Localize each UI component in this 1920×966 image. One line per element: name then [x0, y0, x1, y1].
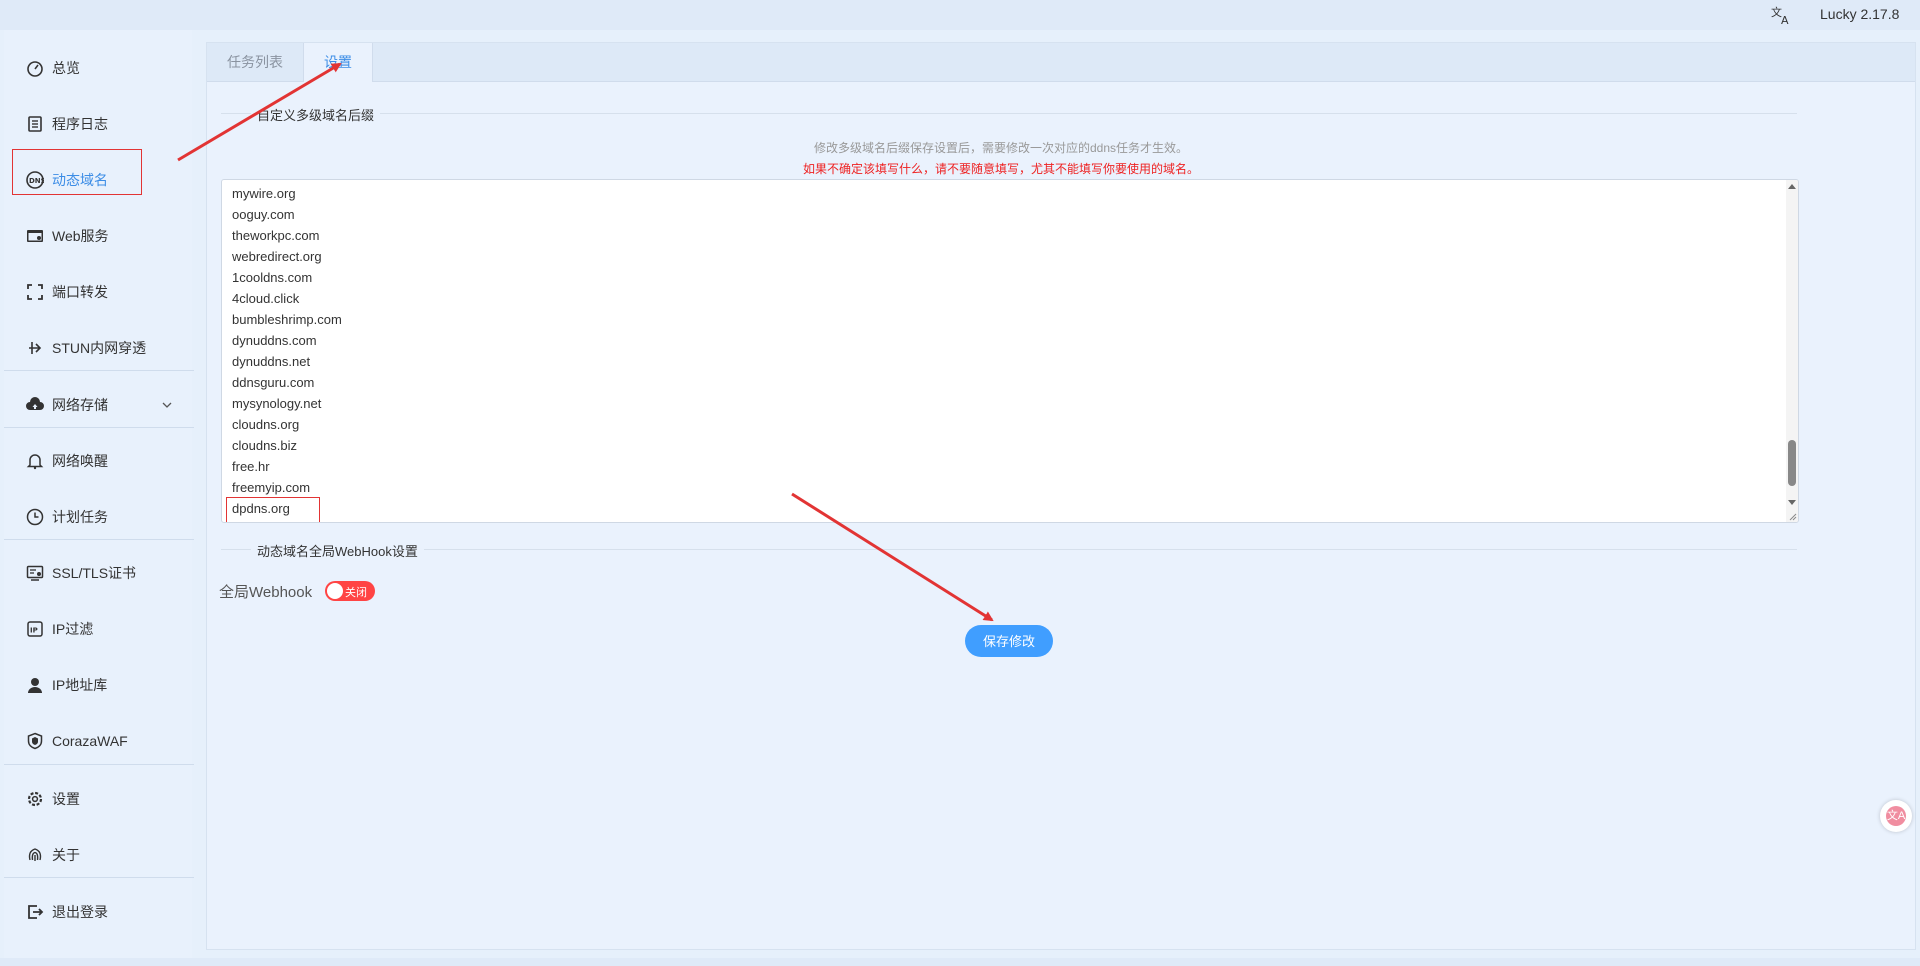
- chevron-down-icon[interactable]: [162, 400, 172, 410]
- domain-line: cloudns.org: [232, 417, 300, 432]
- stun-icon: [29, 342, 42, 354]
- dashboard-icon: [27, 61, 43, 77]
- scrollbar-thumb[interactable]: [1788, 440, 1796, 486]
- gear-icon: [27, 791, 43, 807]
- sidebar-divider: [4, 370, 194, 371]
- domain-line: free.hr: [232, 459, 270, 474]
- ip-filter-icon: IP: [27, 621, 43, 637]
- annotation-highlight-box: [226, 497, 320, 522]
- webhook-toggle[interactable]: 关闭: [325, 581, 375, 601]
- domain-line: theworkpc.com: [232, 228, 320, 243]
- sidebar-item-web-service[interactable]: Web服务: [4, 213, 192, 259]
- domain-line: 1cooldns.com: [232, 270, 313, 285]
- sidebar-divider: [4, 427, 194, 428]
- section-divider: [221, 549, 1797, 550]
- domain-line: mywire.org: [232, 186, 296, 201]
- cloud-upload-icon: [26, 397, 44, 410]
- sidebar-item-label: 网络唤醒: [52, 453, 108, 469]
- section-title-webhook: 动态域名全局WebHook设置: [251, 541, 424, 560]
- domain-suffix-textarea[interactable]: mywire.org ooguy.com theworkpc.com webredir…: [221, 179, 1799, 523]
- sidebar-item-label: Web服务: [52, 228, 109, 244]
- sidebar-item-label: SSL/TLS证书: [52, 565, 137, 581]
- sidebar-item-label: 程序日志: [52, 116, 108, 132]
- sidebar-item-about[interactable]: 关于: [4, 832, 192, 878]
- sidebar-item-coraza-waf[interactable]: CorazaWAF: [4, 718, 192, 764]
- tab-settings[interactable]: 设置: [303, 43, 373, 82]
- textarea-scrollbar[interactable]: [1786, 180, 1798, 522]
- top-bar: 文 A Lucky 2.17.8: [0, 0, 1920, 30]
- bottom-bar: [0, 958, 1920, 966]
- main-panel: 任务列表 设置 自定义多级域名后缀 修改多级域名后缀保存设置后，需要修改一次对应…: [206, 42, 1916, 950]
- scroll-up-arrow[interactable]: [1788, 184, 1796, 189]
- log-icon: [28, 116, 42, 132]
- svg-text:IP: IP: [30, 627, 38, 635]
- save-button[interactable]: 保存修改: [965, 625, 1053, 657]
- sidebar-item-wol[interactable]: 网络唤醒: [4, 438, 192, 484]
- clock-icon: [26, 508, 44, 526]
- sidebar-item-label: 总览: [52, 60, 80, 76]
- sidebar-item-label: STUN内网穿透: [52, 340, 147, 356]
- sidebar-item-settings[interactable]: 设置: [4, 776, 192, 822]
- scroll-down-arrow[interactable]: [1788, 500, 1796, 505]
- certificate-icon: [26, 565, 44, 581]
- sidebar-item-label: 计划任务: [52, 509, 108, 525]
- translate-icon[interactable]: 文 A: [1770, 5, 1792, 25]
- sidebar-divider: [4, 877, 194, 878]
- domain-line: 4cloud.click: [232, 291, 300, 306]
- resize-handle-icon[interactable]: [1787, 511, 1797, 521]
- sidebar-divider: [4, 539, 194, 540]
- section-divider: [221, 113, 1797, 114]
- domain-line: freemyip.com: [232, 480, 311, 495]
- sidebar-divider: [4, 764, 194, 765]
- sidebar-item-port-forward[interactable]: 端口转发: [4, 269, 192, 315]
- sidebar-item-label: 端口转发: [52, 284, 108, 300]
- sidebar-item-ip-filter[interactable]: IP IP过滤: [4, 606, 192, 652]
- web-icon: [27, 230, 43, 242]
- version-label: Lucky 2.17.8: [1820, 6, 1900, 22]
- section-title-suffix: 自定义多级域名后缀: [251, 105, 381, 124]
- annotation-highlight-box: [12, 149, 142, 195]
- hint-text: 修改多级域名后缀保存设置后，需要修改一次对应的ddns任务才生效。: [813, 141, 1189, 155]
- sidebar-item-ssl[interactable]: SSL/TLS证书: [4, 550, 192, 596]
- shield-icon: [27, 732, 43, 750]
- tab-bar: 任务列表 设置: [207, 43, 1915, 82]
- sidebar-item-label: 网络存储: [52, 397, 108, 413]
- sidebar-item-label: IP地址库: [52, 677, 108, 693]
- sidebar-item-label: 退出登录: [52, 904, 108, 920]
- domain-line: cloudns.biz: [232, 438, 298, 453]
- sidebar-item-network-storage[interactable]: 网络存储: [4, 382, 192, 428]
- domain-line: bumbleshrimp.com: [232, 312, 342, 327]
- sidebar: 总览 程序日志 DNS 动态域名 Web服务 端口转发 STUN内网穿透 网络存…: [4, 30, 194, 960]
- svg-text:A: A: [1781, 14, 1789, 25]
- floating-translate-button[interactable]: 文A: [1880, 800, 1912, 832]
- port-forward-icon: [27, 284, 43, 300]
- sidebar-item-label: 关于: [52, 847, 80, 863]
- sidebar-item-scheduled-tasks[interactable]: 计划任务: [4, 494, 192, 540]
- domain-line: ooguy.com: [232, 207, 295, 222]
- sidebar-item-overview[interactable]: 总览: [4, 45, 192, 91]
- domain-line: mysynology.net: [232, 396, 322, 411]
- domain-line: webredirect.org: [232, 249, 322, 264]
- bell-icon: [26, 454, 44, 470]
- sidebar-item-logs[interactable]: 程序日志: [4, 101, 192, 147]
- toggle-knob: [327, 583, 343, 599]
- webhook-label: 全局Webhook: [219, 584, 313, 601]
- domain-line: dynuddns.com: [232, 333, 317, 348]
- fingerprint-icon: [28, 848, 42, 861]
- sidebar-item-ip-database[interactable]: IP地址库: [4, 662, 192, 708]
- sidebar-item-logout[interactable]: 退出登录: [4, 889, 192, 935]
- logout-icon: [28, 905, 44, 919]
- sidebar-item-label: 设置: [52, 791, 80, 807]
- sidebar-item-label: IP过滤: [52, 621, 94, 637]
- domain-line: dynuddns.net: [232, 354, 311, 369]
- user-location-icon: [28, 678, 42, 693]
- toggle-state-text: 关闭: [345, 587, 367, 599]
- warning-text: 如果不确定该填写什么，请不要随意填写，尤其不能填写你要使用的域名。: [802, 162, 1199, 176]
- tab-task-list[interactable]: 任务列表: [207, 43, 303, 81]
- sidebar-item-stun[interactable]: STUN内网穿透: [4, 325, 192, 371]
- sidebar-item-label: CorazaWAF: [52, 733, 128, 749]
- translate-icon: 文A: [1886, 806, 1906, 826]
- domain-line: ddnsguru.com: [232, 375, 315, 390]
